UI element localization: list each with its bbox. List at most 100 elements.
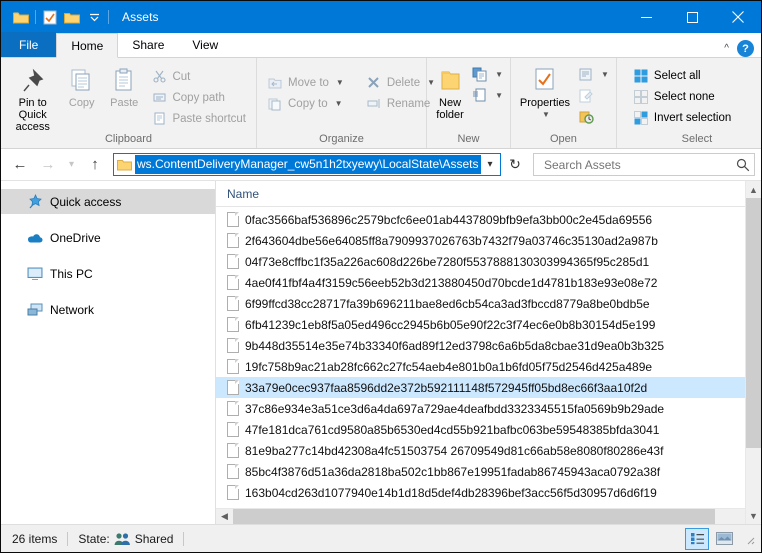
table-row[interactable]: 47fe181dca761cd9580a85b6530ed4cd55b921ba…: [216, 419, 761, 440]
search-input[interactable]: [542, 156, 736, 173]
scroll-up-icon[interactable]: ▲: [746, 181, 762, 198]
table-row[interactable]: 6f99ffcd38cc28717fa39b696211bae8ed6cb54c…: [216, 293, 761, 314]
forward-arrow-icon[interactable]: →: [35, 153, 61, 177]
vertical-scroll-track[interactable]: [746, 448, 762, 507]
copy-to-button[interactable]: Copy to ▼: [262, 93, 349, 114]
quick-access-chevron-down-icon[interactable]: [83, 6, 105, 28]
table-row[interactable]: 81e9ba277c14bd42308a4fc51503754 26709549…: [216, 440, 761, 461]
sidebar-item-label: Network: [50, 302, 95, 317]
tab-home[interactable]: Home: [56, 33, 119, 58]
chevron-down-icon[interactable]: ▼: [495, 91, 503, 100]
up-arrow-icon[interactable]: ↑: [82, 153, 108, 177]
tab-file[interactable]: File: [1, 32, 57, 57]
recent-locations-chevron-down-icon[interactable]: ▾: [63, 153, 80, 177]
move-to-label: Move to: [288, 76, 329, 89]
resize-grip[interactable]: [743, 533, 755, 545]
folder-icon[interactable]: [10, 6, 32, 28]
scroll-down-icon[interactable]: ▼: [746, 507, 762, 524]
navigation-bar: ← → ▾ ↑ ws.ContentDeliveryManager_cw5n1h…: [1, 149, 761, 181]
copy-button[interactable]: Copy: [61, 62, 102, 109]
collapse-ribbon-icon[interactable]: ^: [724, 43, 729, 54]
cut-button[interactable]: Cut: [146, 66, 251, 87]
search-box[interactable]: [533, 153, 755, 176]
vertical-scroll-thumb[interactable]: [745, 198, 761, 448]
paste-shortcut-button[interactable]: Paste shortcut: [146, 108, 251, 129]
sidebar-item-label: This PC: [50, 266, 93, 281]
table-row[interactable]: 19fc758b9ac21ab28fc662c27fc54aeb4e801b0a…: [216, 356, 761, 377]
table-row[interactable]: 37c86e934e3a51ce3d6a4da697a729ae4deafbdd…: [216, 398, 761, 419]
properties-check-icon[interactable]: [39, 6, 61, 28]
help-icon[interactable]: ?: [737, 40, 754, 57]
vertical-scrollbar[interactable]: ▲ ▼: [745, 181, 761, 524]
table-row[interactable]: 163b04cd263d1077940e14b1d18d5def4db28396…: [216, 482, 761, 503]
close-icon[interactable]: [715, 1, 761, 33]
history-button[interactable]: [576, 106, 611, 127]
minimize-icon[interactable]: [623, 1, 669, 33]
invert-selection-button[interactable]: Invert selection: [628, 107, 736, 128]
address-input[interactable]: ws.ContentDeliveryManager_cw5n1h2txyewy\…: [135, 155, 481, 174]
sidebar-item-label: OneDrive: [50, 230, 101, 245]
new-folder-icon[interactable]: [61, 6, 83, 28]
properties-button[interactable]: Properties ▼: [516, 62, 574, 121]
select-all-button[interactable]: Select all: [628, 65, 736, 86]
table-row[interactable]: 9b448d35514e35e74b33340f6ad89f12ed3798c6…: [216, 335, 761, 356]
file-name: 4ae0f41fbf4a4f3159c56eeb52b3d213880450d7…: [245, 275, 658, 290]
address-chevron-down-icon[interactable]: ▾: [481, 159, 499, 170]
group-label-organize: Organize: [319, 133, 364, 145]
easy-access-button[interactable]: ▼: [470, 85, 505, 106]
maximize-icon[interactable]: [669, 1, 715, 33]
copy-path-button[interactable]: Copy path: [146, 87, 251, 108]
details-view-icon[interactable]: [685, 527, 709, 550]
table-row[interactable]: 2f643604dbe56e64085ff8a7909937026763b743…: [216, 230, 761, 251]
explorer-window: Assets File Home Share View ^ ? Pin to Q…: [0, 0, 762, 553]
table-row[interactable]: 0fac3566baf536896c2579bcfc6ee01ab4437809…: [216, 209, 761, 230]
column-header-name[interactable]: Name ^: [216, 181, 761, 207]
table-row[interactable]: 6fb41239c1eb8f5a05ed496cc2945b6b05e90f22…: [216, 314, 761, 335]
chevron-down-icon[interactable]: ▼: [336, 78, 344, 87]
pin-to-quick-access-button[interactable]: Pin to Quick access: [6, 62, 59, 133]
address-bar[interactable]: ws.ContentDeliveryManager_cw5n1h2txyewy\…: [113, 153, 501, 176]
table-row[interactable]: 04f73e8cffbc1f35a226ac608d226be7280f5537…: [216, 251, 761, 272]
select-all-icon: [633, 68, 649, 84]
sidebar-item-network[interactable]: Network: [1, 297, 215, 322]
scroll-left-icon[interactable]: ◀: [216, 511, 233, 522]
window-title: Assets: [122, 10, 159, 24]
table-row[interactable]: 4ae0f41fbf4a4f3159c56eeb52b3d213880450d7…: [216, 272, 761, 293]
edit-button[interactable]: [576, 85, 611, 106]
select-none-button[interactable]: Select none: [628, 86, 736, 107]
file-name: 9b448d35514e35e74b33340f6ad89f12ed3798c6…: [245, 338, 665, 353]
shared-people-icon: [114, 532, 131, 546]
file-icon: [227, 296, 239, 311]
file-list-pane: Name ^ 0fac3566baf536896c2579bcfc6ee01ab…: [216, 181, 761, 524]
open-with-button[interactable]: ▼: [576, 64, 611, 85]
large-icons-view-icon[interactable]: [712, 528, 736, 550]
new-folder-icon: [436, 65, 464, 97]
horizontal-scrollbar[interactable]: ◀ ▶: [216, 508, 761, 524]
star-pin-icon: [27, 194, 43, 210]
sidebar-item-onedrive[interactable]: OneDrive: [1, 225, 215, 250]
move-to-button[interactable]: Move to ▼: [262, 72, 349, 93]
refresh-icon[interactable]: ↻: [503, 153, 527, 177]
sidebar-item-quick-access[interactable]: Quick access: [1, 189, 215, 214]
table-row[interactable]: 85bc4f3876d51a36da2818ba502c1bb867e19951…: [216, 461, 761, 482]
table-row[interactable]: 33a79e0cec937faa8596dd2e372b592111148f57…: [216, 377, 761, 398]
search-icon[interactable]: [736, 158, 750, 172]
chevron-down-icon[interactable]: ▼: [495, 70, 503, 79]
new-folder-button[interactable]: New folder: [432, 62, 468, 121]
paste-button[interactable]: Paste: [104, 62, 145, 109]
horizontal-scroll-thumb[interactable]: [233, 508, 715, 524]
sort-ascending-icon: ^: [336, 181, 341, 187]
sidebar-item-this-pc[interactable]: This PC: [1, 261, 215, 286]
back-arrow-icon[interactable]: ←: [7, 153, 33, 177]
tab-view[interactable]: View: [178, 32, 232, 57]
chevron-down-icon[interactable]: ▼: [601, 70, 609, 79]
chevron-down-icon[interactable]: ▼: [542, 109, 550, 121]
file-name: 6f99ffcd38cc28717fa39b696211bae8ed6cb54c…: [245, 296, 650, 311]
chevron-down-icon[interactable]: ▼: [335, 99, 343, 108]
group-label-open: Open: [550, 133, 577, 145]
divider: [183, 531, 185, 546]
tab-share[interactable]: Share: [118, 32, 178, 57]
new-item-button[interactable]: ▼: [470, 64, 505, 85]
